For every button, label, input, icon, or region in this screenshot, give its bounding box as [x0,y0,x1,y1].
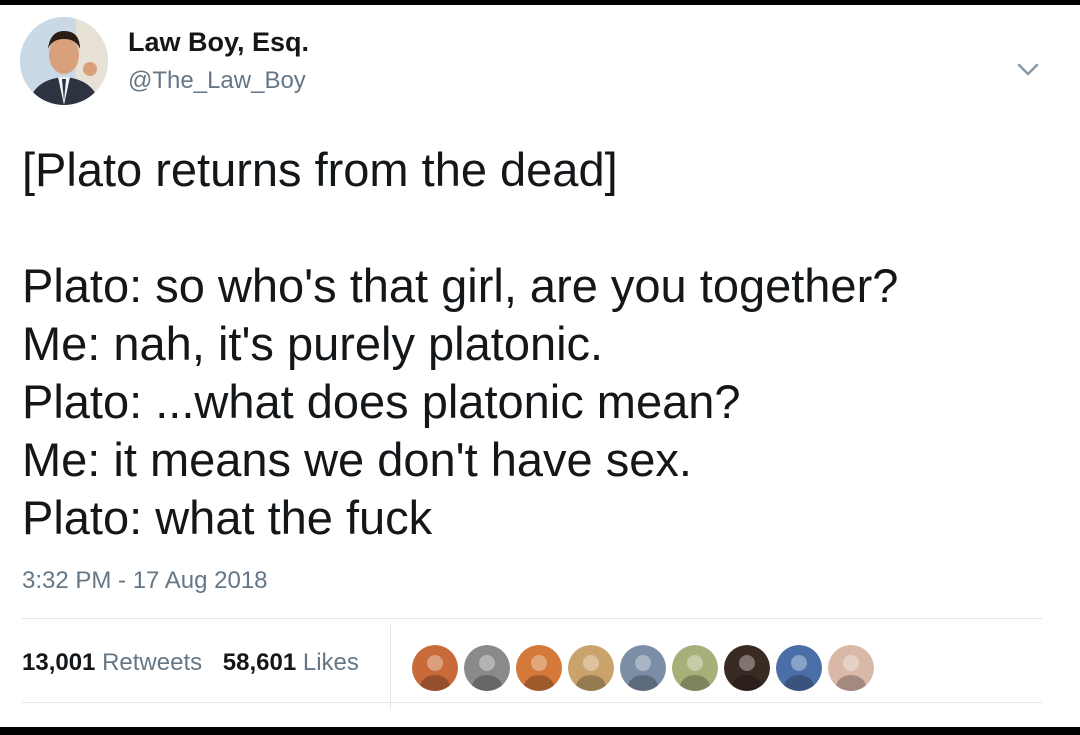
liker-avatar-icon [776,645,822,691]
retweets-stat[interactable]: 13,001 Retweets [22,649,202,677]
liker-avatar[interactable] [672,645,718,691]
tweet-text-line: [Plato returns from the dead] [22,143,618,196]
tweet-timestamp[interactable]: 3:32 PM - 17 Aug 2018 [22,567,268,595]
author-handle[interactable]: @The_Law_Boy [128,67,306,95]
tweet-text-line: Plato: so who's that girl, are you toget… [22,259,899,312]
liker-avatar-icon [672,645,718,691]
liker-avatar[interactable] [464,645,510,691]
liker-avatar-icon [464,645,510,691]
tweet-text-line: Me: nah, it's purely platonic. [22,317,604,370]
divider-top [22,618,1042,619]
liker-avatar-icon [828,645,874,691]
liker-avatar[interactable] [412,645,458,691]
tweet-text: [Plato returns from the dead] Plato: so … [22,141,1052,547]
tweet-text-line: Plato: what the fuck [22,491,433,544]
liker-avatar-icon [568,645,614,691]
liker-avatar-icon [516,645,562,691]
divider-bottom [22,702,1042,703]
chevron-down-icon[interactable] [1012,53,1044,85]
liker-avatar[interactable] [620,645,666,691]
stats-vertical-divider [390,625,391,709]
liker-avatars [412,645,880,691]
liker-avatar-icon [724,645,770,691]
tweet-text-line: Plato: ...what does platonic mean? [22,375,741,428]
liker-avatar-icon [412,645,458,691]
tweet-stats: 13,001 Retweets 58,601 Likes [22,649,373,677]
retweets-count: 13,001 [22,649,96,676]
liker-avatar[interactable] [724,645,770,691]
likes-count: 58,601 [222,649,297,676]
author-display-name[interactable]: Law Boy, Esq. [128,27,309,58]
liker-avatar-icon [620,645,666,691]
retweets-label: Retweets [102,649,203,676]
liker-avatar[interactable] [776,645,822,691]
liker-avatar[interactable] [568,645,614,691]
likes-stat[interactable]: 58,601 Likes [223,649,359,677]
person-avatar-icon [20,17,108,105]
liker-avatar[interactable] [828,645,874,691]
liker-avatar[interactable] [516,645,562,691]
likes-label: Likes [302,649,359,676]
tweet-card: Law Boy, Esq. @The_Law_Boy [Plato return… [0,5,1080,727]
tweet-text-line: Me: it means we don't have sex. [22,433,692,486]
author-avatar[interactable] [20,17,108,105]
